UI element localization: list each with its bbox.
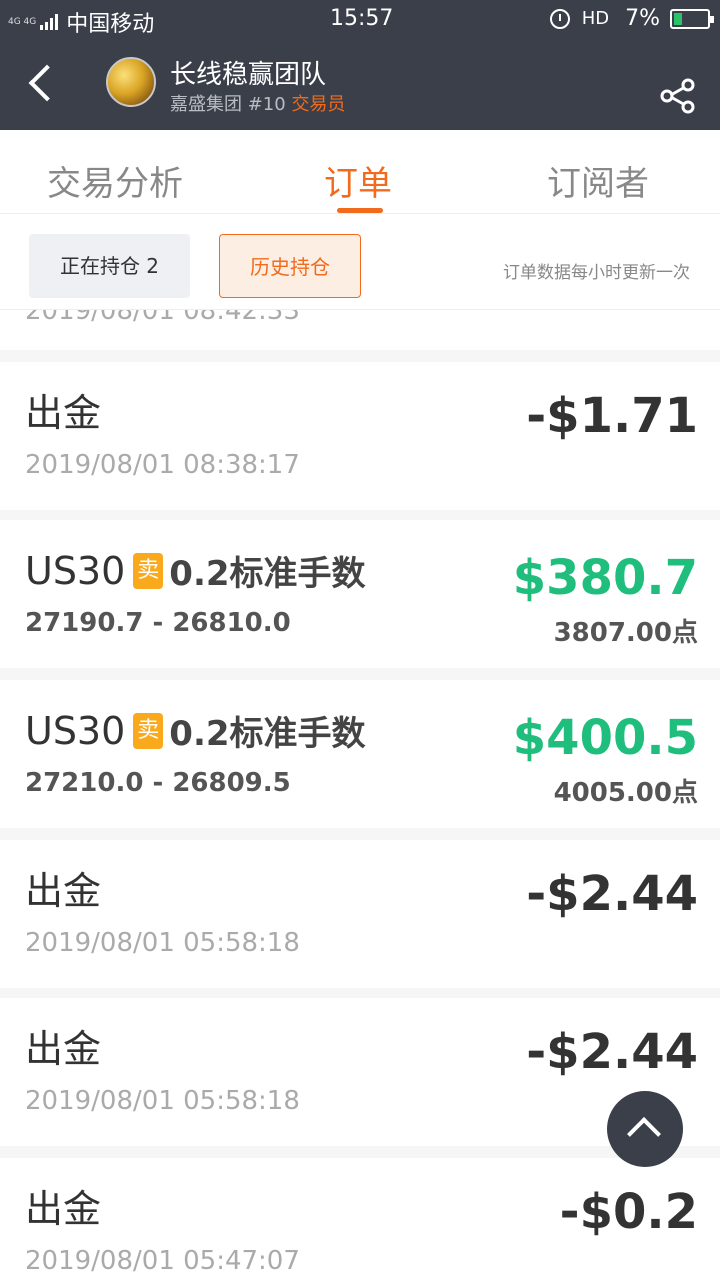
network-type: 4G 4G <box>8 17 37 27</box>
status-right: HD 7% <box>549 6 714 31</box>
scroll-to-top-button[interactable] <box>607 1091 683 1167</box>
call-icon: HD <box>581 8 610 29</box>
status-left: 4G 4G 中国移动 <box>8 6 154 38</box>
sell-badge: 卖 <box>133 712 164 749</box>
back-button[interactable] <box>18 62 62 106</box>
order-date: 2019/08/01 05:47:07 <box>25 1246 300 1276</box>
role-label: 交易员 <box>291 94 346 115</box>
order-lots: 0.2标准手数 <box>169 554 366 594</box>
carrier-name: 中国移动 <box>66 12 155 37</box>
order-date: 2019/08/01 08:38:17 <box>25 450 300 480</box>
order-amount: -$2.44 <box>526 866 698 922</box>
order-prices: 27190.7 - 26810.0 <box>25 608 291 638</box>
list-item[interactable]: US30 卖 0.2标准手数 27190.7 - 26810.0 $380.7 … <box>0 520 720 668</box>
battery-percent: 7% <box>625 6 660 31</box>
order-profit: $400.5 <box>512 710 698 766</box>
order-date: 2019/08/01 05:58:18 <box>25 1086 300 1116</box>
signal-icon <box>40 14 60 30</box>
order-date: 2019/08/01 08:42:33 <box>25 310 300 326</box>
list-item[interactable]: 出金 2019/08/01 05:47:07 -$0.2 <box>0 1158 720 1280</box>
order-lots: 0.2标准手数 <box>169 714 366 754</box>
clock: 15:57 <box>330 6 394 31</box>
tab-orders[interactable]: 订单 <box>324 156 392 205</box>
list-item[interactable]: 出金 2019/08/01 08:38:17 -$1.71 <box>0 362 720 510</box>
order-type: 出金 <box>25 869 102 913</box>
battery-icon <box>670 8 714 29</box>
team-name: 长线稳赢团队 <box>170 60 327 90</box>
list-item[interactable]: US30 卖 0.2标准手数 27210.0 - 26809.5 $400.5 … <box>0 680 720 828</box>
open-positions-button[interactable]: 正在持仓 2 <box>29 234 190 298</box>
history-positions-button[interactable]: 历史持仓 <box>219 234 361 298</box>
order-points: 4005.00点 <box>553 778 698 808</box>
order-symbol: US30 <box>25 548 126 593</box>
team-subtitle: 嘉盛集团 #10 交易员 <box>170 90 345 116</box>
tab-bar: 交易分析 订单 订阅者 <box>0 130 720 214</box>
share-button[interactable] <box>656 74 700 118</box>
tab-indicator <box>337 208 383 213</box>
order-profit: $380.7 <box>512 550 698 606</box>
order-type: 出金 <box>25 1027 102 1071</box>
order-amount: -$2.44 <box>526 1024 698 1080</box>
tab-analysis[interactable]: 交易分析 <box>47 156 183 205</box>
order-instrument: US30 卖 0.2标准手数 <box>25 546 366 595</box>
team-avatar[interactable] <box>106 57 156 107</box>
list-item[interactable]: 2019/08/01 08:42:33 <box>0 310 720 350</box>
status-bar: 4G 4G 中国移动 15:57 HD 7% <box>0 0 720 40</box>
share-icon <box>660 78 695 114</box>
order-amount: -$1.71 <box>526 388 698 444</box>
alarm-icon <box>549 8 570 29</box>
order-amount: -$0.2 <box>559 1184 698 1240</box>
order-type: 出金 <box>25 391 102 435</box>
order-instrument: US30 卖 0.2标准手数 <box>25 706 366 755</box>
header-bar: 长线稳赢团队 嘉盛集团 #10 交易员 <box>0 40 720 130</box>
order-symbol: US30 <box>25 708 126 753</box>
order-type: 出金 <box>25 1187 102 1231</box>
sell-badge: 卖 <box>133 552 164 589</box>
filter-row: 正在持仓 2 历史持仓 订单数据每小时更新一次 <box>0 214 720 310</box>
order-prices: 27210.0 - 26809.5 <box>25 768 291 798</box>
order-points: 3807.00点 <box>553 618 698 648</box>
update-note: 订单数据每小时更新一次 <box>503 263 690 283</box>
list-item[interactable]: 出金 2019/08/01 05:58:18 -$2.44 <box>0 840 720 988</box>
broker-info: 嘉盛集团 #10 <box>170 94 292 115</box>
tab-subscribers[interactable]: 订阅者 <box>547 156 649 205</box>
order-date: 2019/08/01 05:58:18 <box>25 928 300 958</box>
